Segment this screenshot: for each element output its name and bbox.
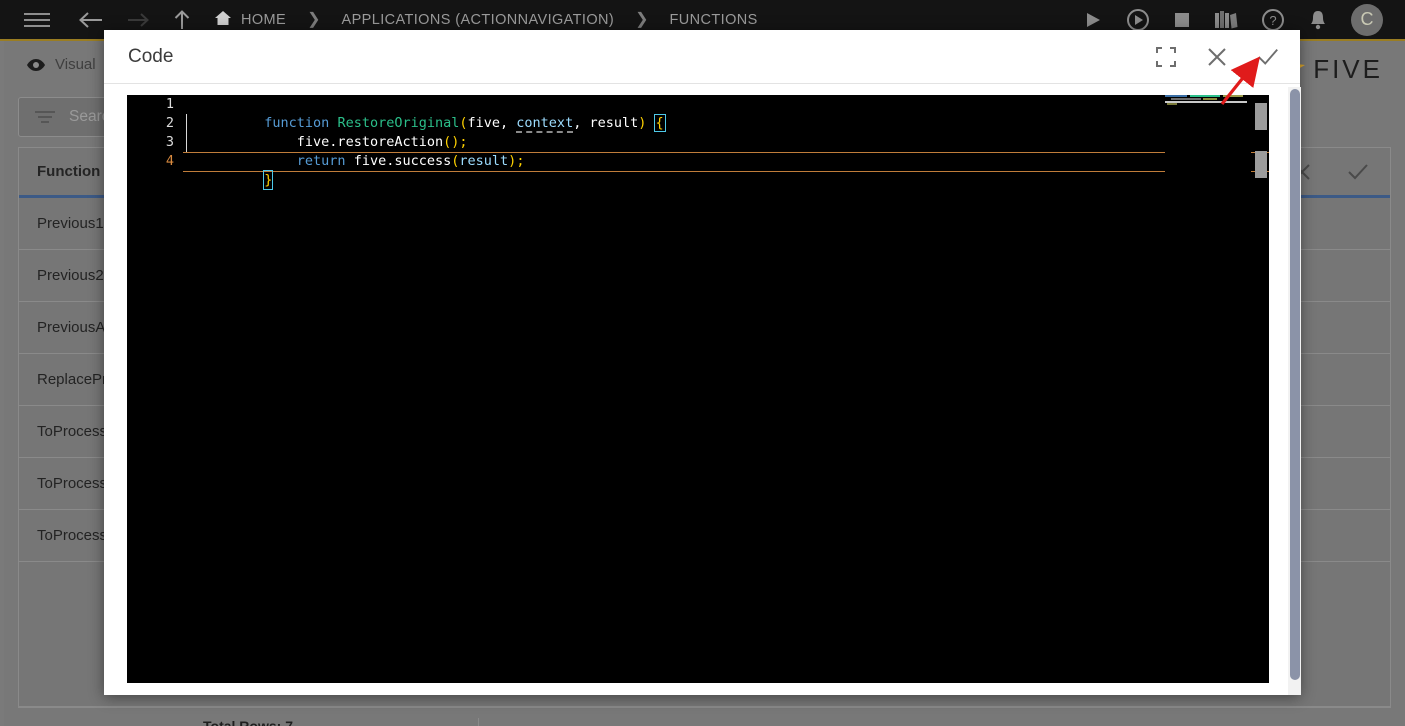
breadcrumb-label: HOME xyxy=(241,11,287,28)
debug-play-circle-icon[interactable] xyxy=(1126,8,1150,32)
code-modal: Code 1 2 3 4 function RestoreOriginal(fi… xyxy=(104,30,1301,695)
total-rows-label: Total Rows: 7 xyxy=(18,717,479,726)
view-mode-label: Visual xyxy=(55,55,96,73)
line-number: 1 xyxy=(165,96,174,112)
hamburger-menu-icon[interactable] xyxy=(24,11,50,29)
confirm-check-icon[interactable] xyxy=(1346,161,1368,183)
editor-minimap[interactable] xyxy=(1165,95,1251,683)
line-number: 3 xyxy=(165,134,174,150)
forward-arrow-icon[interactable] xyxy=(126,10,150,30)
breadcrumb-item-home[interactable]: HOME xyxy=(214,10,286,30)
close-x-icon[interactable] xyxy=(1205,45,1229,69)
grid-header-actions xyxy=(1291,161,1390,183)
library-books-icon[interactable] xyxy=(1214,10,1238,30)
modal-title: Code xyxy=(128,45,174,67)
editor-code-lines[interactable]: function RestoreOriginal(five, context, … xyxy=(183,95,1269,683)
cell-function-id: Previous1 xyxy=(37,215,104,232)
avatar[interactable]: C xyxy=(1351,3,1383,36)
editor-scrollbar-thumb[interactable] xyxy=(1255,103,1267,130)
five-wordmark: FIVE xyxy=(1313,54,1383,84)
code-line: function RestoreOriginal(five, context, … xyxy=(264,114,666,133)
breadcrumb-item-functions[interactable]: FUNCTIONS xyxy=(670,12,758,28)
code-line: return five.success(result); xyxy=(183,133,1269,169)
token-cursor-brace: } xyxy=(263,170,274,190)
modal-scrollbar-thumb[interactable] xyxy=(1290,89,1300,680)
app-root: HOME ❯ APPLICATIONS (ACTIONNAVIGATION) ❯… xyxy=(0,0,1405,726)
line-number-active: 4 xyxy=(165,153,174,169)
view-mode-selector[interactable]: Visual ▼ xyxy=(26,56,116,73)
notifications-bell-icon[interactable] xyxy=(1308,9,1328,31)
eye-icon xyxy=(26,58,45,71)
filter-icon[interactable] xyxy=(35,111,55,123)
modal-scrollbar-track[interactable] xyxy=(1288,87,1301,695)
breadcrumb-separator: ❯ xyxy=(307,10,321,28)
cell-function-id: Previous2 xyxy=(37,267,104,284)
editor-gutter: 1 2 3 4 xyxy=(127,95,183,683)
stop-square-icon[interactable] xyxy=(1173,11,1191,29)
indent-guide xyxy=(186,114,187,133)
grid-footer: Total Rows: 7 xyxy=(18,707,1391,726)
indent-guide xyxy=(186,133,187,152)
up-arrow-icon[interactable] xyxy=(172,9,192,31)
modal-header: Code xyxy=(104,30,1300,83)
run-play-icon[interactable] xyxy=(1083,10,1103,30)
modal-divider xyxy=(104,83,1300,84)
breadcrumb-item-applications[interactable]: APPLICATIONS (ACTIONNAVIGATION) xyxy=(342,12,615,28)
code-line-active: } xyxy=(183,152,1269,190)
breadcrumb: HOME ❯ APPLICATIONS (ACTIONNAVIGATION) ❯… xyxy=(214,10,1083,30)
back-arrow-icon[interactable] xyxy=(78,10,104,30)
home-icon xyxy=(214,10,232,30)
help-question-icon[interactable]: ? xyxy=(1261,8,1285,32)
confirm-check-icon[interactable] xyxy=(1256,45,1280,69)
code-line: five.restoreAction(); xyxy=(183,114,1269,150)
modal-action-group xyxy=(1154,45,1280,69)
line-number: 2 xyxy=(165,115,174,131)
editor-scrollbar-thumb-secondary[interactable] xyxy=(1255,151,1267,178)
svg-text:?: ? xyxy=(1269,13,1276,28)
code-editor[interactable]: 1 2 3 4 function RestoreOriginal(five, c… xyxy=(127,95,1269,683)
fullscreen-expand-icon[interactable] xyxy=(1154,45,1178,69)
breadcrumb-separator: ❯ xyxy=(635,10,649,28)
